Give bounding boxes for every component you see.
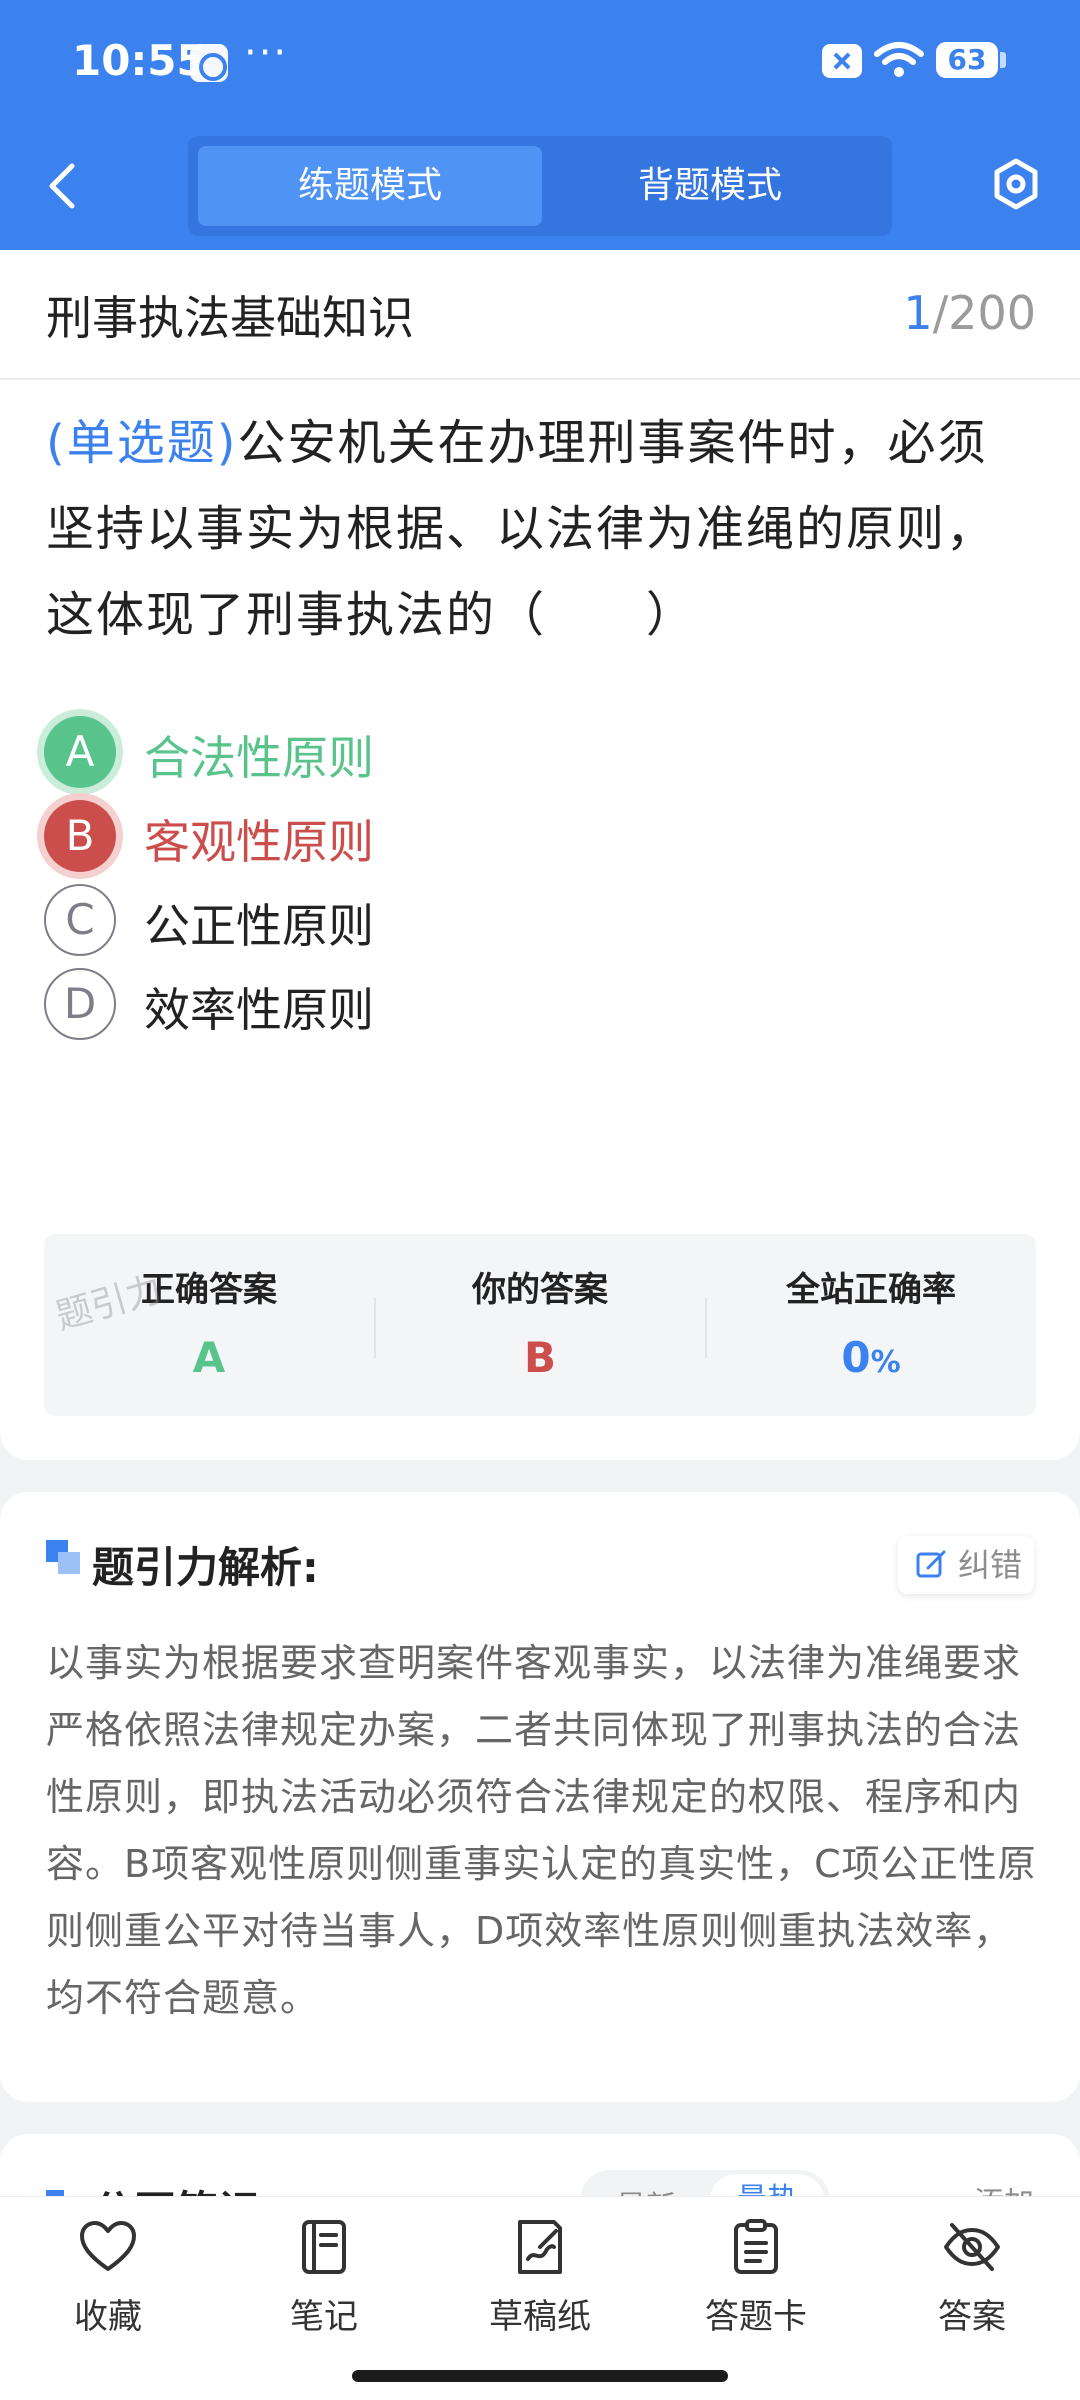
tab-practice-mode[interactable]: 练题模式 (198, 146, 542, 226)
nav-label: 答案 (938, 2297, 1006, 2337)
option-text: 公正性原则 (144, 899, 374, 953)
notebook-icon (302, 2220, 346, 2274)
your-answer-column: 你的答案 B (375, 1262, 705, 1382)
option-d[interactable]: D 效率性原则 (44, 968, 1024, 1052)
no-sim-icon (822, 44, 862, 78)
mode-switch: 练题模式 背题模式 (188, 136, 892, 236)
option-b[interactable]: B 客观性原则 (44, 800, 1024, 884)
top-bar: 10:55 ··· 63 练题模式 背题模式 (0, 0, 1080, 250)
notification-app-icon (190, 44, 228, 82)
analysis-text: 以事实为根据要求查明案件客观事实，以法律为准绳要求严格依照法律规定办案，二者共同… (46, 1641, 1037, 2020)
battery-icon: 63 (936, 42, 1006, 78)
subject-row: 刑事执法基础知识 1/200 (0, 250, 1080, 380)
nav-answer-toggle[interactable]: 答案 (892, 2219, 1052, 2338)
status-time: 10:55 (72, 36, 206, 85)
question-progress: 1/200 (903, 286, 1036, 340)
correct-rate-number: 0 (841, 1333, 871, 1382)
option-letter: C (44, 884, 116, 956)
analysis-title: 题引力解析: (92, 1543, 319, 1592)
hexagon-settings-icon[interactable] (990, 156, 1042, 212)
subject-title: 刑事执法基础知识 (46, 291, 414, 345)
current-question-number: 1 (903, 286, 933, 340)
correct-rate-label: 全站正确率 (786, 1270, 956, 1310)
correct-rate-unit: % (870, 1345, 901, 1380)
option-text: 客观性原则 (144, 815, 374, 869)
wifi-icon (874, 42, 924, 77)
correct-rate-value: 0% (706, 1333, 1036, 1382)
nav-draft-paper[interactable]: 草稿纸 (460, 2219, 620, 2338)
report-error-label: 纠错 (958, 1546, 1023, 1584)
report-error-button[interactable]: 纠错 (898, 1536, 1034, 1594)
nav-label: 收藏 (74, 2297, 142, 2337)
section-square-icon (46, 1540, 80, 1574)
option-letter: B (44, 800, 116, 872)
chevron-left-icon[interactable] (40, 158, 90, 214)
analysis-card: 题引力解析: 纠错 以事实为根据要求查明案件客观事实，以法律为准绳要求严格依照法… (0, 1492, 1080, 2102)
nav-label: 答题卡 (705, 2297, 807, 2337)
nav-answer-sheet[interactable]: 答题卡 (676, 2219, 836, 2338)
home-indicator[interactable] (352, 2370, 728, 2382)
total-question-count: /200 (932, 286, 1036, 340)
option-a[interactable]: A 合法性原则 (44, 716, 1024, 800)
option-letter: A (44, 716, 116, 788)
question-type-label: (单选题) (46, 415, 238, 471)
nav-label: 笔记 (290, 2297, 358, 2337)
your-answer-label: 你的答案 (472, 1270, 608, 1310)
option-text: 合法性原则 (144, 731, 374, 785)
option-text: 效率性原则 (144, 983, 374, 1037)
nav-favorite[interactable]: 收藏 (28, 2219, 188, 2338)
your-answer-value: B (523, 1333, 556, 1382)
question-stem: (单选题)公安机关在办理刑事案件时，必须坚持以事实为根据、以法律为准绳的原则，这… (46, 400, 1036, 658)
option-letter: D (44, 968, 116, 1040)
more-notifications-icon: ··· (244, 30, 289, 76)
eye-off-icon (944, 2223, 1000, 2271)
correct-rate-column: 全站正确率 0% (706, 1262, 1036, 1382)
edit-icon (916, 1550, 946, 1578)
correct-answer-value: A (192, 1333, 226, 1382)
answer-summary: 正确答案 A 你的答案 B 全站正确率 0% (44, 1234, 1036, 1416)
draft-paper-icon (518, 2220, 562, 2274)
nav-label: 草稿纸 (489, 2297, 591, 2337)
clipboard-icon (734, 2219, 778, 2274)
heart-icon (80, 2221, 136, 2271)
nav-notes[interactable]: 笔记 (244, 2219, 404, 2338)
option-c[interactable]: C 公正性原则 (44, 884, 1024, 968)
tab-recite-mode[interactable]: 背题模式 (538, 146, 882, 226)
status-bar: 10:55 ··· 63 (0, 0, 1080, 125)
